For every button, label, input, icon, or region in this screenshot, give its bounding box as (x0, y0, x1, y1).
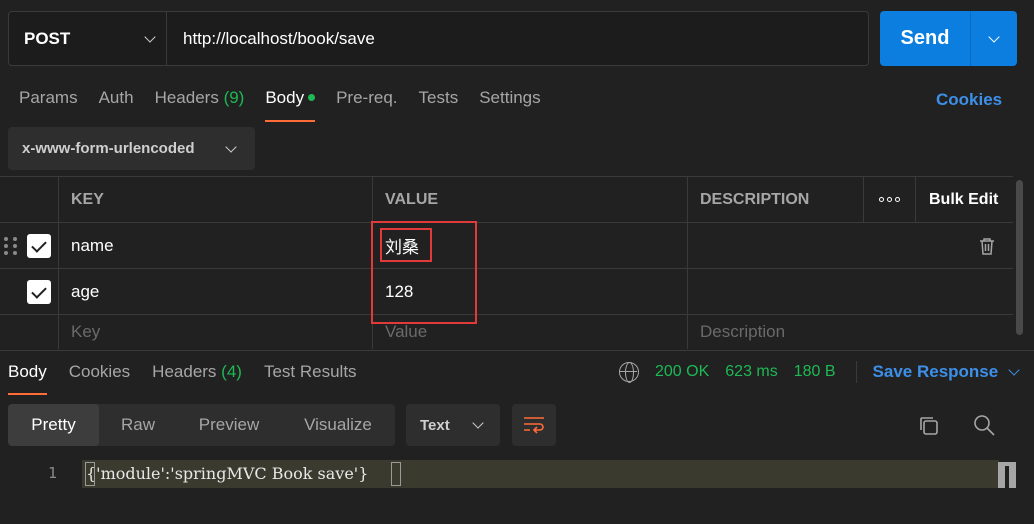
header-description: DESCRIPTION (687, 177, 863, 222)
table-row-new: Key Value Description (0, 315, 1013, 349)
new-key-input[interactable]: Key (58, 315, 372, 349)
format-label: Text (420, 416, 450, 434)
request-url-bar: POST http://localhost/book/save (8, 11, 869, 66)
header-value: VALUE (372, 177, 687, 222)
response-tabs: Body Cookies Headers (4) Test Results (8, 362, 357, 395)
send-options-button[interactable] (971, 11, 1017, 66)
view-pretty[interactable]: Pretty (8, 404, 99, 446)
table-row: name 刘桑 (0, 223, 1013, 269)
save-response-button[interactable]: Save Response (872, 362, 1020, 382)
save-response-label: Save Response (872, 362, 999, 381)
param-description[interactable] (687, 223, 863, 268)
response-body-text[interactable]: {'module':'springMVC Book save'} (86, 464, 368, 483)
headers-count: (9) (223, 88, 245, 107)
tab-settings[interactable]: Settings (479, 88, 540, 122)
body-type-select[interactable]: x-www-form-urlencoded (8, 127, 255, 170)
param-key[interactable]: age (58, 269, 372, 314)
view-raw[interactable]: Raw (99, 404, 177, 446)
tab-auth[interactable]: Auth (99, 88, 134, 122)
chevron-down-icon (225, 140, 237, 153)
divider (855, 361, 857, 383)
chevron-down-icon (1008, 364, 1020, 376)
tab-response-body[interactable]: Body (8, 362, 47, 395)
chevron-down-icon (472, 417, 484, 429)
response-time[interactable]: 623 ms (725, 363, 777, 381)
bulk-edit-button[interactable]: Bulk Edit (915, 177, 1013, 222)
tab-response-headers[interactable]: Headers (4) (152, 362, 242, 395)
wrap-lines-icon (524, 417, 544, 434)
tab-response-cookies[interactable]: Cookies (69, 362, 130, 395)
line-number: 1 (48, 464, 58, 482)
new-description-input[interactable]: Description (687, 315, 863, 349)
response-headers-count: (4) (221, 362, 242, 381)
bracket-match-close (391, 462, 401, 486)
tab-test-results[interactable]: Test Results (264, 362, 357, 395)
view-preview[interactable]: Preview (177, 404, 281, 446)
url-input[interactable]: http://localhost/book/save (167, 12, 375, 65)
text-cursor-icon (998, 462, 1016, 488)
request-tabs: Params Auth Headers (9) Body Pre-req. Te… (19, 88, 541, 122)
body-type-label: x-www-form-urlencoded (22, 140, 195, 157)
trash-icon (980, 237, 994, 255)
chevron-down-icon (144, 30, 156, 43)
wrap-lines-button[interactable] (512, 404, 556, 446)
response-bar: Body Cookies Headers (4) Test Results 20… (0, 350, 1034, 395)
view-mode-tabs: Pretty Raw Preview Visualize (8, 404, 395, 446)
tab-tests[interactable]: Tests (419, 88, 459, 122)
row-enabled-checkbox[interactable] (27, 234, 51, 258)
row-enabled-checkbox[interactable] (27, 280, 51, 304)
response-body-editor[interactable]: 1 {'module':'springMVC Book save'} (0, 460, 1034, 488)
send-label: Send (880, 11, 971, 66)
response-size[interactable]: 180 B (794, 363, 836, 381)
method-label: POST (24, 28, 71, 48)
response-status: 200 OK 623 ms 180 B Save Response (619, 361, 1020, 383)
send-button[interactable]: Send (880, 11, 1017, 66)
more-options-button[interactable] (863, 177, 915, 222)
table-header-row: KEY VALUE DESCRIPTION Bulk Edit (0, 177, 1013, 223)
globe-icon[interactable] (619, 362, 639, 383)
body-indicator-dot (308, 93, 316, 101)
tab-params[interactable]: Params (19, 88, 78, 122)
drag-handle-icon[interactable] (4, 237, 18, 255)
format-select[interactable]: Text (406, 404, 500, 446)
more-icon (879, 197, 900, 202)
tab-body[interactable]: Body (265, 88, 316, 122)
highlight-name-value (380, 228, 432, 262)
cookies-link[interactable]: Cookies (936, 90, 1002, 110)
delete-row-button[interactable] (863, 223, 1013, 268)
view-visualize[interactable]: Visualize (281, 404, 395, 446)
param-key[interactable]: name (58, 223, 372, 268)
param-description[interactable] (687, 269, 863, 314)
copy-icon[interactable] (918, 415, 940, 437)
chevron-down-icon (988, 30, 1000, 43)
method-select[interactable]: POST (9, 12, 167, 65)
header-key: KEY (58, 177, 372, 222)
status-code[interactable]: 200 OK (655, 363, 709, 381)
form-params-table: KEY VALUE DESCRIPTION Bulk Edit name 刘桑 … (0, 176, 1013, 349)
table-row: age 128 (0, 269, 1013, 315)
tab-pre-request[interactable]: Pre-req. (336, 88, 397, 122)
tab-headers[interactable]: Headers (9) (155, 88, 245, 122)
table-scrollbar[interactable] (1016, 180, 1023, 335)
bracket-match-open (85, 462, 95, 486)
search-icon[interactable] (973, 414, 995, 436)
